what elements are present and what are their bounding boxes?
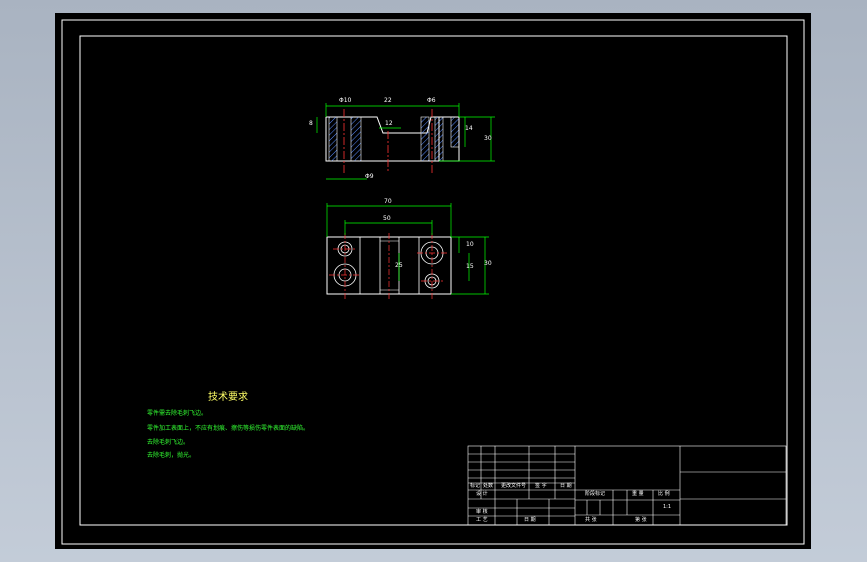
right-hole-hatch-a — [420, 116, 430, 162]
dim-label-middle-25: 25 — [395, 262, 403, 269]
left-counterbore-hatch-b — [350, 116, 362, 162]
front-view — [326, 203, 489, 299]
dim-label-right-small: 14 — [465, 125, 473, 132]
top-view-section — [316, 103, 495, 180]
technical-requirements-title: 技术要求 — [208, 392, 248, 403]
tb-label-review: 审 核 — [476, 509, 488, 515]
dim-label-width-30: 30 — [484, 260, 492, 267]
dim-label-hole-right: Φ6 — [427, 97, 436, 104]
cad-drawing-canvas — [61, 19, 805, 545]
tb-label-date: 日 期 — [560, 483, 572, 489]
right-block-hatch — [450, 116, 460, 148]
tb-label-design: 设 计 — [476, 491, 488, 497]
dim-label-overall-height: 30 — [484, 135, 492, 142]
tb-value-scale: 1:1 — [663, 504, 672, 510]
technical-requirement-item: 去除毛刺飞边。 — [147, 439, 190, 446]
tb-label-sheets: 共 张 — [585, 517, 597, 523]
dim-label-hole-left: Φ10 — [339, 97, 352, 104]
tb-label-change-doc: 更改文件号 — [501, 483, 527, 489]
tb-label-stage: 阶段标记 — [585, 491, 606, 497]
tb-label-mark: 标记 — [470, 483, 481, 489]
dim-label-left-height: 8 — [309, 120, 313, 127]
tb-label-approve-date: 日 期 — [524, 517, 536, 523]
dim-label-right-10: 10 — [466, 241, 474, 248]
technical-requirement-item: 零件需去除毛刺飞边。 — [147, 410, 208, 417]
tb-label-weight: 重 量 — [632, 491, 644, 497]
tb-label-sign: 签 字 — [535, 483, 547, 489]
dim-label-slot: 12 — [385, 120, 393, 127]
dim-label-width-middle: 22 — [384, 97, 392, 104]
drawing-sheet: Φ10 22 Φ6 8 12 14 30 Φ9 70 50 10 15 30 2… — [55, 13, 811, 549]
tb-label-sheet-of: 第 张 — [635, 517, 647, 523]
tb-label-scale: 比 例 — [658, 491, 670, 497]
tb-label-craft: 工 艺 — [476, 517, 488, 523]
dim-label-overall-length: 70 — [384, 198, 392, 205]
dim-label-center-distance: 50 — [383, 215, 391, 222]
dim-label-bottom-dia: Φ9 — [365, 173, 374, 180]
technical-requirement-item: 去除毛刺，抛光。 — [147, 452, 196, 459]
left-counterbore-hatch-a — [328, 116, 338, 162]
front-slot-left — [359, 236, 381, 295]
dim-label-right-15: 15 — [466, 263, 474, 270]
tb-label-count: 处数 — [483, 483, 494, 489]
technical-requirement-item: 零件加工表面上，不应有划痕、擦伤等损伤零件表面的缺陷。 — [147, 425, 310, 432]
